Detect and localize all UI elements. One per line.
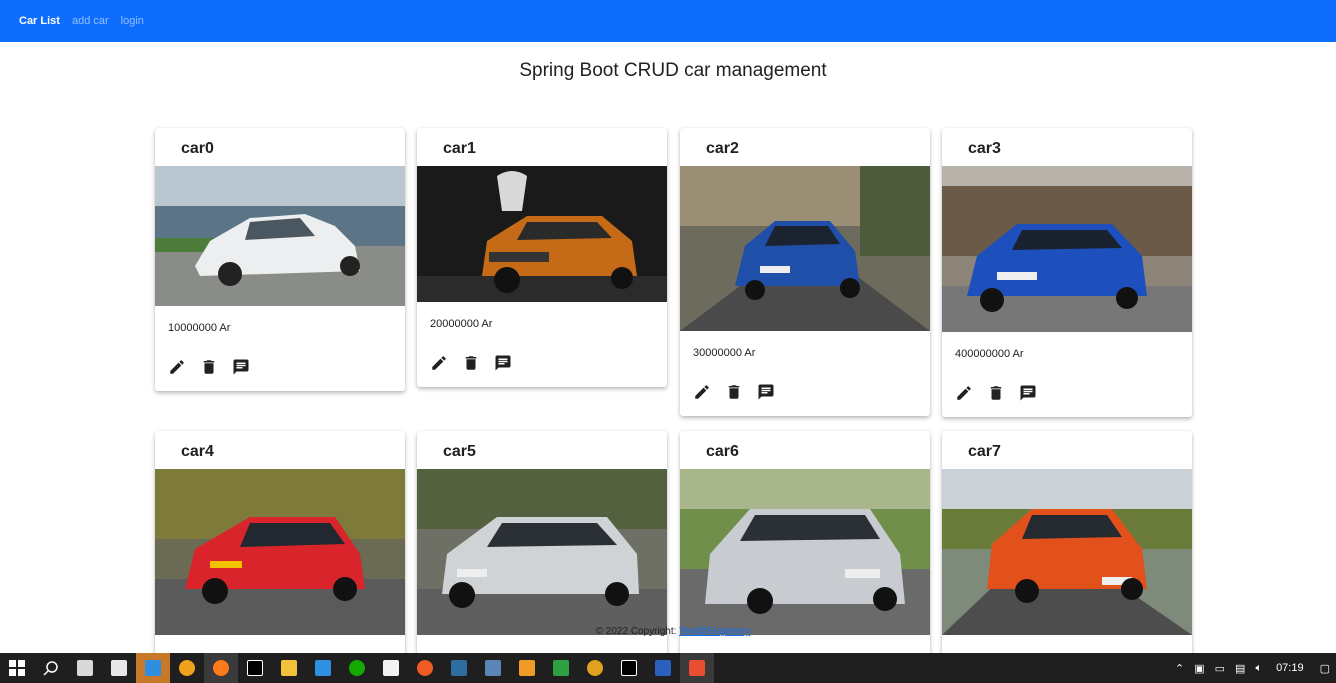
- network-icon[interactable]: ▤: [1235, 662, 1245, 675]
- mail-icon[interactable]: [136, 653, 170, 683]
- store-icon[interactable]: [102, 653, 136, 683]
- delete-icon[interactable]: [200, 358, 218, 376]
- windows-start-icon[interactable]: [0, 653, 34, 683]
- card-actions: [417, 342, 667, 387]
- upwork-icon[interactable]: [340, 653, 374, 683]
- car-card: car2 30000000 Ar: [680, 128, 930, 416]
- car-image: [680, 166, 930, 331]
- delete-icon[interactable]: [462, 354, 480, 372]
- navbar: Car List add car login: [0, 0, 1336, 42]
- delete-icon[interactable]: [725, 383, 743, 401]
- car-name: car2: [706, 140, 739, 157]
- card-actions: [680, 371, 930, 416]
- car-card: car0 10000000 Ar: [155, 128, 405, 391]
- footer: © 2022 Copyright: Test@Engenery: [0, 626, 1336, 637]
- postgres-icon[interactable]: [476, 653, 510, 683]
- comment-icon[interactable]: [1019, 384, 1037, 402]
- chrome-icon[interactable]: [578, 653, 612, 683]
- car-card: car5: [417, 431, 667, 675]
- car-image: [942, 469, 1192, 635]
- car-name: car1: [443, 140, 476, 157]
- car-image: [155, 166, 405, 306]
- mysql-workbench-icon[interactable]: [442, 653, 476, 683]
- nav-link-add-car[interactable]: add car: [72, 15, 109, 27]
- git-icon[interactable]: [680, 653, 714, 683]
- taskbar: ⌃ ▣ ▭ ▤ 🔈︎ 07:19 ▢: [0, 653, 1336, 683]
- nav-link-login[interactable]: login: [121, 15, 144, 27]
- intellij-icon[interactable]: [612, 653, 646, 683]
- car-name: car0: [181, 140, 214, 157]
- edit-icon[interactable]: [693, 383, 711, 401]
- search-app-icon[interactable]: [170, 653, 204, 683]
- car-card: car7: [942, 431, 1192, 675]
- car-card: car3 400000000 Ar: [942, 128, 1192, 417]
- task-view-icon[interactable]: [68, 653, 102, 683]
- edit-icon[interactable]: [955, 384, 973, 402]
- search-icon[interactable]: [34, 653, 68, 683]
- car-price: 20000000 Ar: [430, 318, 493, 330]
- edit-icon[interactable]: [168, 358, 186, 376]
- app-icon[interactable]: [510, 653, 544, 683]
- delete-icon[interactable]: [987, 384, 1005, 402]
- vscode-icon[interactable]: [306, 653, 340, 683]
- file-explorer-icon[interactable]: [272, 653, 306, 683]
- car-price: 30000000 Ar: [693, 347, 756, 359]
- postman-icon[interactable]: [408, 653, 442, 683]
- footer-link[interactable]: Test@Engenery: [679, 626, 750, 637]
- file-icon[interactable]: [374, 653, 408, 683]
- edit-icon[interactable]: [430, 354, 448, 372]
- system-tray: ⌃ ▣ ▭ ▤ 🔈︎ 07:19 ▢: [1165, 653, 1336, 683]
- battery-icon[interactable]: ▭: [1215, 662, 1225, 675]
- word-icon[interactable]: [646, 653, 680, 683]
- clock[interactable]: 07:19: [1276, 662, 1304, 674]
- car-image: [417, 469, 667, 635]
- footer-text: © 2022 Copyright:: [595, 626, 677, 637]
- card-actions: [155, 346, 405, 391]
- comment-icon[interactable]: [232, 358, 250, 376]
- car-card: car1 20000000 Ar: [417, 128, 667, 387]
- chevron-up-icon[interactable]: ⌃: [1175, 662, 1184, 675]
- intellij-icon[interactable]: [238, 653, 272, 683]
- firefox-icon[interactable]: [204, 653, 238, 683]
- nav-brand[interactable]: Car List: [19, 15, 60, 27]
- car-name: car7: [968, 443, 1001, 460]
- comment-icon[interactable]: [494, 354, 512, 372]
- car-name: car3: [968, 140, 1001, 157]
- comment-icon[interactable]: [757, 383, 775, 401]
- car-card: car4: [155, 431, 405, 675]
- car-card: car6: [680, 431, 930, 675]
- notification-icon[interactable]: ▢: [1320, 662, 1330, 675]
- app-icon[interactable]: [544, 653, 578, 683]
- car-image: [680, 469, 930, 635]
- car-name: car6: [706, 443, 739, 460]
- car-price: 10000000 Ar: [168, 322, 231, 334]
- car-name: car4: [181, 443, 214, 460]
- card-actions: [942, 372, 1192, 417]
- page-title: Spring Boot CRUD car management: [519, 60, 827, 81]
- car-image: [942, 166, 1192, 332]
- camera-icon[interactable]: ▣: [1194, 662, 1204, 675]
- car-image: [417, 166, 667, 302]
- car-price: 400000000 Ar: [955, 348, 1024, 360]
- car-image: [155, 469, 405, 635]
- car-name: car5: [443, 443, 476, 460]
- volume-icon[interactable]: 🔈︎: [1255, 662, 1262, 675]
